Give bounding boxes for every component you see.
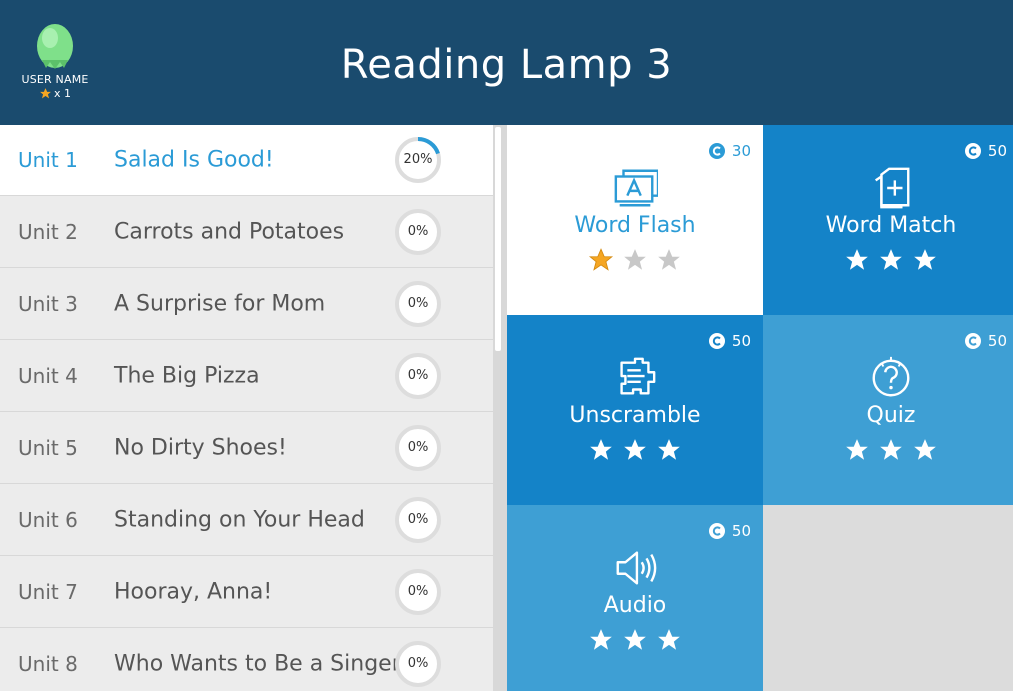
progress-ring: 0% bbox=[394, 496, 442, 544]
unit-row[interactable]: Unit 3 A Surprise for Mom 0% bbox=[0, 269, 493, 340]
progress-label: 0% bbox=[407, 584, 429, 599]
coin-cost: 50 bbox=[964, 332, 1007, 350]
coin-cost: 50 bbox=[708, 522, 751, 540]
activity-tile-word-match[interactable]: 50 Word Match bbox=[763, 125, 1013, 315]
activity-name: Word Match bbox=[825, 213, 957, 238]
unit-number: Unit 6 bbox=[18, 508, 78, 532]
star-rating bbox=[507, 437, 763, 463]
unit-row[interactable]: Unit 2 Carrots and Potatoes 0% bbox=[0, 197, 493, 268]
progress-label: 0% bbox=[407, 296, 429, 311]
progress-label: 0% bbox=[407, 512, 429, 527]
unit-title: Salad Is Good! bbox=[114, 147, 274, 173]
unit-row[interactable]: Unit 5 No Dirty Shoes! 0% bbox=[0, 413, 493, 484]
unit-number: Unit 1 bbox=[18, 148, 78, 172]
progress-ring: 0% bbox=[394, 280, 442, 328]
unit-title: Carrots and Potatoes bbox=[114, 219, 345, 245]
star-icon bbox=[624, 249, 646, 270]
star-icon bbox=[624, 629, 646, 650]
progress-ring: 20% bbox=[394, 136, 442, 184]
activity-name: Word Flash bbox=[574, 213, 696, 238]
activity-name: Unscramble bbox=[569, 403, 701, 428]
coin-icon bbox=[964, 333, 981, 349]
progress-label: 0% bbox=[407, 368, 429, 383]
question-icon bbox=[868, 355, 914, 405]
unit-row[interactable]: Unit 6 Standing on Your Head 0% bbox=[0, 485, 493, 556]
star-icon bbox=[880, 439, 902, 460]
activity-tile-quiz[interactable]: 50 Quiz bbox=[763, 315, 1013, 505]
unit-list-scrollbar[interactable] bbox=[493, 125, 507, 691]
star-icon bbox=[880, 249, 902, 270]
star-icon bbox=[40, 88, 51, 99]
star-icon bbox=[658, 629, 680, 650]
activity-tile-audio[interactable]: 50 Audio bbox=[507, 505, 763, 691]
star-icon bbox=[658, 439, 680, 460]
unit-row[interactable]: Unit 7 Hooray, Anna! 0% bbox=[0, 557, 493, 628]
unit-row[interactable]: Unit 4 The Big Pizza 0% bbox=[0, 341, 493, 412]
coin-cost: 50 bbox=[964, 142, 1007, 160]
unit-title: No Dirty Shoes! bbox=[114, 435, 287, 461]
header-bar: USER NAME x 1 Reading Lamp 3 bbox=[0, 0, 1013, 125]
progress-ring: 0% bbox=[394, 208, 442, 256]
star-icon bbox=[658, 249, 680, 270]
progress-ring: 0% bbox=[394, 568, 442, 616]
unit-title: A Surprise for Mom bbox=[114, 291, 326, 317]
star-rating bbox=[763, 437, 1013, 463]
star-icon bbox=[914, 439, 936, 460]
speaker-icon bbox=[612, 545, 658, 595]
progress-ring: 0% bbox=[394, 424, 442, 472]
activity-grid: 30 Word Flash 50 Word Match 50 Unscramble 50 Qu… bbox=[507, 125, 1013, 691]
progress-label: 0% bbox=[407, 440, 429, 455]
unit-number: Unit 5 bbox=[18, 436, 78, 460]
unit-list: Unit 1 Salad Is Good! 20% Unit 2 Carrots and… bbox=[0, 125, 493, 691]
unit-number: Unit 3 bbox=[18, 292, 78, 316]
star-icon bbox=[624, 439, 646, 460]
star-rating bbox=[763, 247, 1013, 273]
star-icon bbox=[914, 249, 936, 270]
card-match-icon bbox=[868, 165, 914, 215]
coin-icon bbox=[708, 523, 725, 539]
coin-icon bbox=[964, 143, 981, 159]
unit-title: The Big Pizza bbox=[114, 363, 260, 389]
star-rating bbox=[507, 627, 763, 653]
activity-name: Audio bbox=[603, 593, 667, 618]
unit-number: Unit 4 bbox=[18, 364, 78, 388]
star-rating bbox=[507, 247, 763, 273]
scrollbar-thumb[interactable] bbox=[495, 127, 501, 351]
star-icon bbox=[590, 439, 612, 460]
activity-tile-unscramble[interactable]: 50 Unscramble bbox=[507, 315, 763, 505]
puzzle-icon bbox=[612, 355, 658, 405]
unit-title: Hooray, Anna! bbox=[114, 579, 273, 605]
progress-label: 20% bbox=[403, 152, 433, 167]
star-icon bbox=[846, 249, 868, 270]
unit-number: Unit 2 bbox=[18, 220, 78, 244]
coin-cost: 30 bbox=[708, 142, 751, 160]
star-count-label: x 1 bbox=[53, 87, 71, 100]
coin-value: 50 bbox=[987, 142, 1007, 160]
progress-label: 0% bbox=[407, 224, 429, 239]
unit-number: Unit 7 bbox=[18, 580, 78, 604]
coin-value: 50 bbox=[731, 332, 751, 350]
unit-row[interactable]: Unit 1 Salad Is Good! 20% bbox=[0, 125, 493, 196]
activity-tile-word-flash[interactable]: 30 Word Flash bbox=[507, 125, 763, 315]
star-icon bbox=[590, 629, 612, 650]
coin-icon bbox=[708, 333, 725, 349]
star-icon bbox=[846, 439, 868, 460]
activity-name: Quiz bbox=[866, 403, 916, 428]
coin-value: 30 bbox=[731, 142, 751, 160]
coin-value: 50 bbox=[731, 522, 751, 540]
flashcard-icon bbox=[612, 165, 660, 215]
unit-row[interactable]: Unit 8 Who Wants to Be a Singer? 0% bbox=[0, 629, 493, 691]
progress-label: 0% bbox=[407, 656, 429, 671]
progress-ring: 0% bbox=[394, 352, 442, 400]
unit-number: Unit 8 bbox=[18, 652, 78, 676]
unit-title: Standing on Your Head bbox=[114, 507, 365, 533]
coin-icon bbox=[708, 143, 725, 159]
star-icon bbox=[588, 248, 614, 271]
user-star-count: x 1 bbox=[16, 87, 94, 100]
coin-cost: 50 bbox=[708, 332, 751, 350]
coin-value: 50 bbox=[987, 332, 1007, 350]
progress-ring: 0% bbox=[394, 640, 442, 688]
unit-title: Who Wants to Be a Singer? bbox=[114, 651, 413, 677]
page-title: Reading Lamp 3 bbox=[340, 42, 673, 88]
